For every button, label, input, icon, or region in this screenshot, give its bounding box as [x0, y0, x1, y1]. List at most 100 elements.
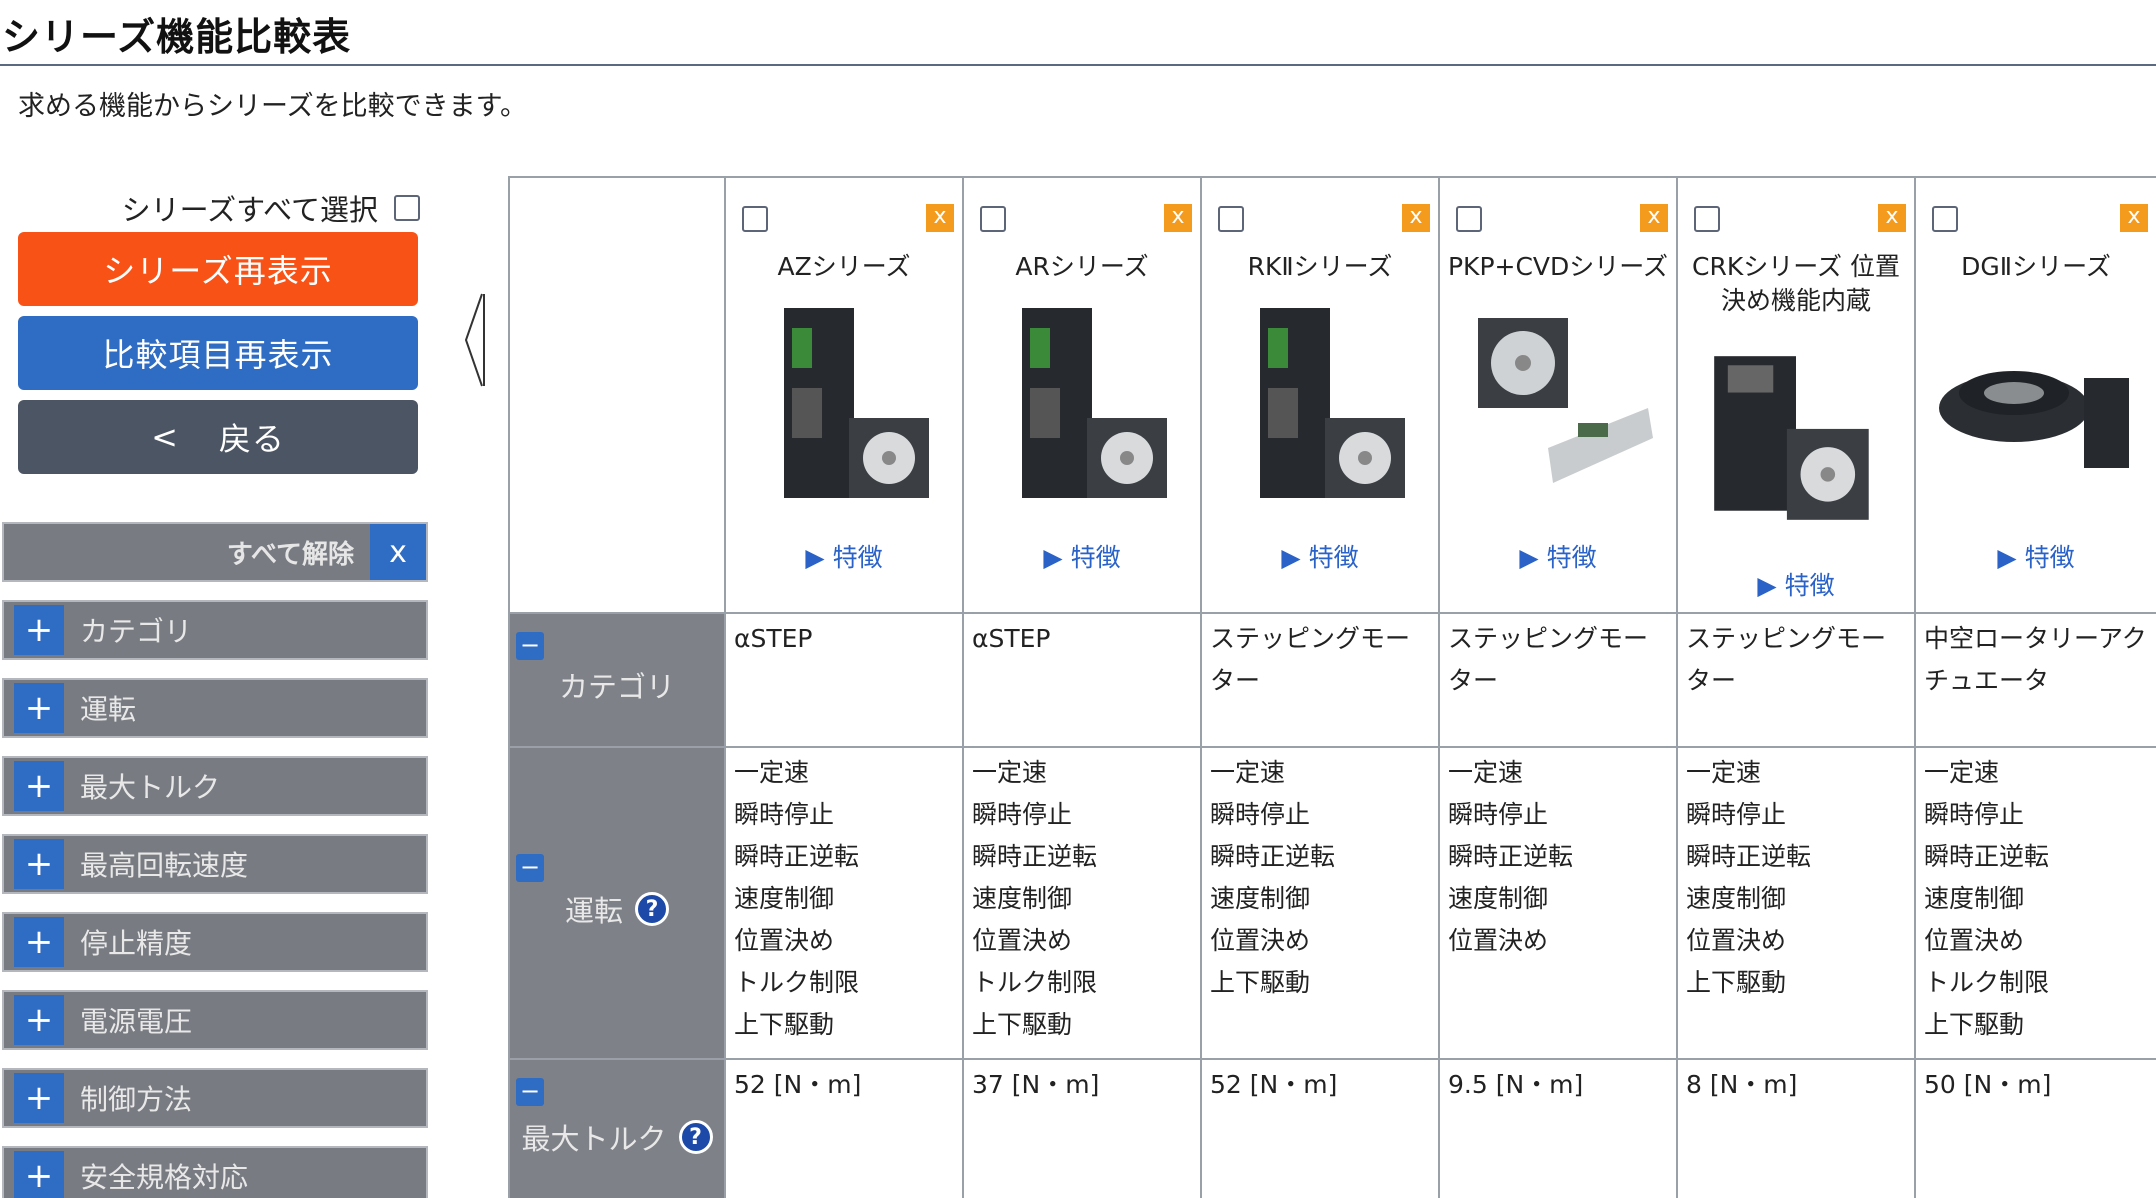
operation-cell: 一定速 瞬時停止 瞬時正逆転 速度制御 位置決め トルク制限 上下駆動 — [962, 746, 1202, 1060]
row-header-category: − カテゴリ — [508, 612, 726, 748]
operation-item: 一定速 — [734, 758, 810, 787]
remove-product-button[interactable]: x — [926, 204, 954, 232]
product-card: x ARシリーズ ▶ 特徴 — [964, 178, 1200, 612]
expand-filter-button[interactable]: + — [14, 839, 64, 889]
feature-link[interactable]: ▶ 特徴 — [726, 538, 962, 574]
feature-link[interactable]: ▶ 特徴 — [1678, 566, 1914, 602]
filter-item[interactable]: + 電源電圧 — [2, 990, 428, 1050]
product-card: x PKP+CVDシリーズ ▶ 特徴 — [1440, 178, 1676, 612]
product-column-header: x CRKシリーズ 位置決め機能内蔵 ▶ 特徴 — [1676, 176, 1916, 614]
category-cell: ステッピングモーター — [1438, 612, 1678, 748]
product-image — [1714, 356, 1869, 520]
product-image — [1260, 308, 1405, 498]
operation-item: 瞬時停止 — [972, 800, 1073, 829]
clear-all-button[interactable]: x — [370, 524, 426, 580]
expand-filter-button[interactable]: + — [14, 995, 64, 1045]
back-button[interactable]: < 戻る — [18, 400, 418, 474]
filter-label: 電源電圧 — [80, 1005, 193, 1038]
product-select-checkbox[interactable] — [1694, 206, 1720, 232]
select-all-series[interactable]: シリーズすべて選択 — [120, 186, 420, 230]
row-header-label: 最大トルク — [521, 1122, 667, 1156]
collapse-category-button[interactable]: − — [516, 632, 544, 660]
product-select-checkbox[interactable] — [1218, 206, 1244, 232]
help-icon[interactable]: ? — [635, 892, 669, 926]
page-title: シリーズ機能比較表 — [2, 15, 352, 59]
product-column-header: x AZシリーズ ▶ 特徴 — [724, 176, 964, 614]
operation-item: 位置決め — [1448, 926, 1549, 955]
feature-link[interactable]: ▶ 特徴 — [1202, 538, 1438, 574]
filter-item[interactable]: + 停止精度 — [2, 912, 428, 972]
back-arrow-icon: < — [151, 418, 179, 456]
series-redisplay-button[interactable]: シリーズ再表示 — [18, 232, 418, 306]
operation-item: 速度制御 — [1448, 884, 1549, 913]
expand-filter-button[interactable]: + — [14, 1151, 64, 1198]
remove-product-button[interactable]: x — [1640, 204, 1668, 232]
operation-item: トルク制限 — [1924, 968, 2050, 997]
operation-item: 位置決め — [972, 926, 1073, 955]
select-all-checkbox[interactable] — [394, 195, 420, 221]
operation-item: 上下駆動 — [734, 1010, 835, 1039]
feature-link[interactable]: ▶ 特徴 — [1916, 538, 2156, 574]
filter-item[interactable]: + 運転 — [2, 678, 428, 738]
operation-item: 瞬時正逆転 — [1448, 842, 1574, 871]
expand-filter-button[interactable]: + — [14, 1073, 64, 1123]
remove-product-button[interactable]: x — [1164, 204, 1192, 232]
operation-list: 一定速 瞬時停止 瞬時正逆転 速度制御 位置決め トルク制限 上下駆動 — [964, 748, 1200, 1050]
operation-item: 瞬時停止 — [1924, 800, 2025, 829]
product-image — [1478, 318, 1653, 483]
help-icon[interactable]: ? — [678, 1120, 713, 1154]
operation-cell: 一定速 瞬時停止 瞬時正逆転 速度制御 位置決め 上下駆動 — [1200, 746, 1440, 1060]
feature-link[interactable]: ▶ 特徴 — [964, 538, 1200, 574]
remove-product-button[interactable]: x — [1402, 204, 1430, 232]
filter-item[interactable]: + 最高回転速度 — [2, 834, 428, 894]
expand-filter-button[interactable]: + — [14, 683, 64, 733]
max-torque-value: 9.5 [N・m] — [1448, 1070, 1584, 1099]
filter-item[interactable]: + 最大トルク — [2, 756, 428, 816]
collapse-operation-button[interactable]: − — [516, 854, 544, 882]
filter-item[interactable]: + 制御方法 — [2, 1068, 428, 1128]
expand-filter-button[interactable]: + — [14, 917, 64, 967]
category-cell: ステッピングモーター — [1200, 612, 1440, 748]
filter-label: 制御方法 — [80, 1083, 193, 1116]
select-all-label: シリーズすべて選択 — [121, 193, 378, 227]
operation-item: 位置決め — [1686, 926, 1787, 955]
operation-item: 上下駆動 — [1686, 968, 1787, 997]
expand-filter-button[interactable]: + — [14, 605, 64, 655]
product-select-checkbox[interactable] — [1456, 206, 1482, 232]
operation-item: 瞬時停止 — [1210, 800, 1311, 829]
operation-item: 位置決め — [1210, 926, 1311, 955]
category-value: ステッピングモーター — [1686, 624, 1887, 695]
filter-item[interactable]: + 安全規格対応 — [2, 1146, 428, 1198]
max-torque-cell: 8 [N・m] — [1676, 1058, 1916, 1198]
product-card: x CRKシリーズ 位置決め機能内蔵 ▶ 特徴 — [1678, 178, 1914, 612]
product-column-header: x DGⅡシリーズ ▶ 特徴 — [1914, 176, 2156, 614]
items-redisplay-button[interactable]: 比較項目再表示 — [18, 316, 418, 390]
category-value: ステッピングモーター — [1448, 624, 1649, 695]
operation-item: 一定速 — [972, 758, 1048, 787]
operation-item: 速度制御 — [972, 884, 1073, 913]
product-card: x AZシリーズ ▶ 特徴 — [726, 178, 962, 612]
filter-label: 最高回転速度 — [80, 849, 249, 882]
operation-list: 一定速 瞬時停止 瞬時正逆転 速度制御 位置決め — [1440, 748, 1676, 966]
operation-cell: 一定速 瞬時停止 瞬時正逆転 速度制御 位置決め — [1438, 746, 1678, 1060]
product-select-checkbox[interactable] — [742, 206, 768, 232]
remove-product-button[interactable]: x — [2120, 204, 2148, 232]
operation-item: 上下駆動 — [972, 1010, 1073, 1039]
filter-item[interactable]: + カテゴリ — [2, 600, 428, 660]
operation-item: 上下駆動 — [1210, 968, 1311, 997]
collapse-panel-icon[interactable] — [462, 290, 486, 390]
category-value: αSTEP — [972, 624, 1051, 653]
expand-filter-button[interactable]: + — [14, 761, 64, 811]
operation-item: 一定速 — [1686, 758, 1762, 787]
collapse-max-torque-button[interactable]: − — [516, 1078, 544, 1106]
product-name: PKP+CVDシリーズ — [1447, 252, 1669, 281]
remove-product-button[interactable]: x — [1878, 204, 1906, 232]
comparison-table: x AZシリーズ ▶ 特徴 x ARシリーズ ▶ 特徴 x RKⅡシリーズ ▶ 特徴 x PKP+C… — [508, 176, 2156, 1198]
max-torque-cell: 52 [N・m] — [1200, 1058, 1440, 1198]
product-select-checkbox[interactable] — [980, 206, 1006, 232]
feature-link[interactable]: ▶ 特徴 — [1440, 538, 1676, 574]
product-select-checkbox[interactable] — [1932, 206, 1958, 232]
operation-item: 瞬時正逆転 — [1210, 842, 1336, 871]
filter-label: 最大トルク — [80, 771, 221, 804]
operation-list: 一定速 瞬時停止 瞬時正逆転 速度制御 位置決め トルク制限 上下駆動 — [1916, 748, 2156, 1050]
